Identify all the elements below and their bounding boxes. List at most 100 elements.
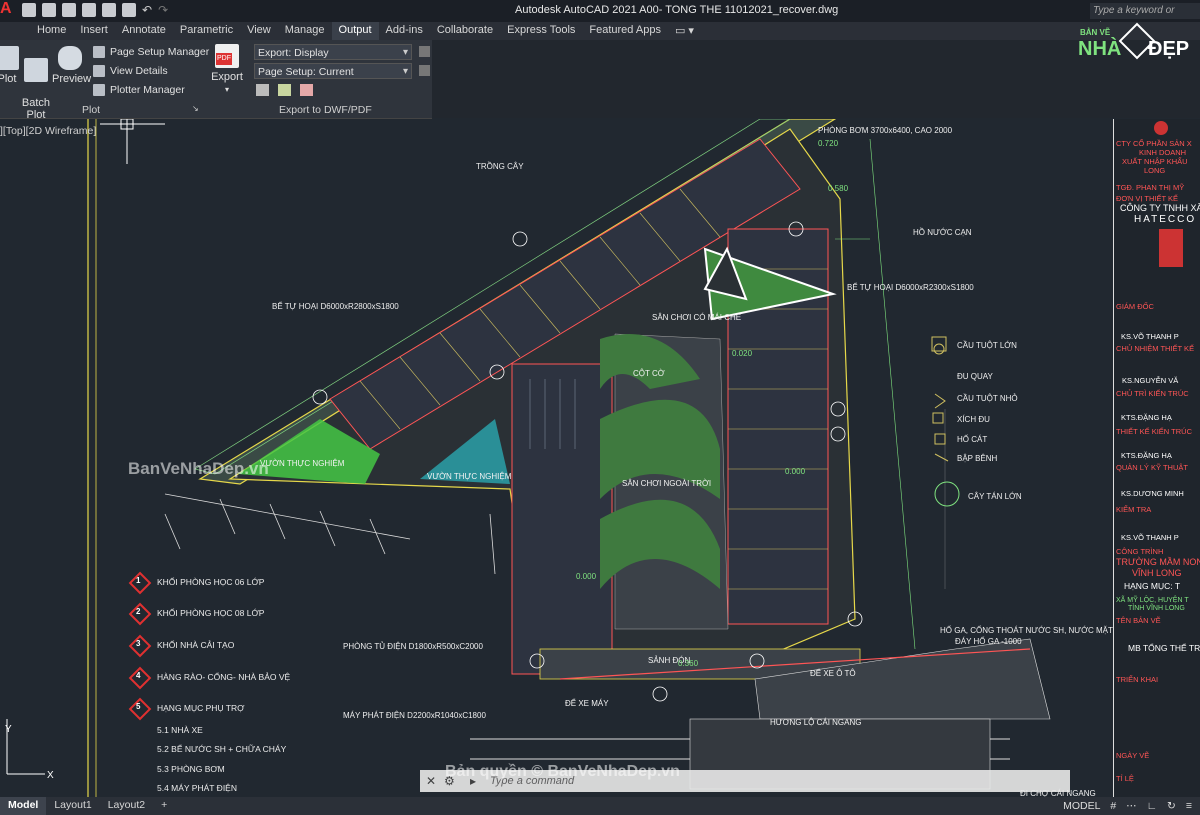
- batch-plot-icon: [24, 58, 48, 82]
- label-vuon-thuc-nghiem-1: VƯỜN THỰC NGHIỆM: [260, 459, 345, 468]
- legend-num-5: 5: [136, 702, 141, 711]
- polar-icon[interactable]: ↻: [1167, 800, 1176, 812]
- save-as-icon[interactable]: [82, 3, 96, 17]
- app-title: Autodesk AutoCAD 2021 A00- TONG THE 1101…: [515, 4, 839, 16]
- tb-line-21: CÔNG TRÌNH: [1116, 547, 1164, 556]
- tb-line-22: TRƯỜNG MẦM NON C: [1116, 557, 1200, 567]
- label-be-tu-hoai-2: BỂ TỰ HOẠI D6000xR2300xS1800: [847, 283, 974, 292]
- panel-expand-icon[interactable]: ↘: [192, 104, 199, 113]
- legend-num-2: 2: [136, 607, 141, 616]
- tab-layout2[interactable]: Layout2: [100, 797, 153, 815]
- plotter-manager-icon: [93, 84, 105, 96]
- save-icon[interactable]: [62, 3, 76, 17]
- drawing-canvas[interactable]: Y X 1 KHỐI PHÒNG HỌC 06 LỚP 2 KHỐI PHÒNG…: [0, 119, 1113, 797]
- search-input[interactable]: Type a keyword or phrase: [1090, 3, 1200, 32]
- tb-line-31: TỈ LỆ: [1116, 774, 1134, 783]
- export-display-dropdown[interactable]: Export: Display: [254, 44, 412, 61]
- legend-num-3: 3: [136, 639, 141, 648]
- label-de-xe-may: ĐỂ XE MÁY: [565, 699, 609, 708]
- close-icon[interactable]: ✕: [426, 774, 436, 788]
- play-legend-4: XÍCH ĐU: [957, 415, 990, 424]
- label-trong-cay: TRỒNG CÂY: [476, 162, 524, 171]
- tb-line-4: LONG: [1144, 166, 1166, 175]
- tab-collaborate[interactable]: Collaborate: [430, 22, 500, 40]
- snap-icon[interactable]: ⋯: [1126, 800, 1137, 812]
- tab-layout1[interactable]: Layout1: [46, 797, 99, 815]
- tab-insert[interactable]: Insert: [73, 22, 115, 40]
- preview-button[interactable]: Preview: [52, 46, 92, 85]
- tab-model[interactable]: Model: [0, 797, 47, 815]
- watermark-bottom: Bản quyền © BanVeNhaDep.vn: [445, 763, 680, 780]
- tb-line-5: TGĐ. PHAN THỊ MỸ: [1116, 183, 1185, 192]
- tb-line-1: CTY CỔ PHẦN SẢN X: [1116, 139, 1192, 148]
- page-setup-manager-button[interactable]: Page Setup Manager: [93, 46, 209, 58]
- hatecco-logo-icon: [1159, 229, 1183, 267]
- tab-output[interactable]: Output: [331, 22, 379, 40]
- tb-line-2: KINH DOANH: [1139, 148, 1187, 157]
- label-huong-lo: HƯƠNG LỘ CÁI NGANG: [770, 718, 862, 727]
- label-vuon-thuc-nghiem-2: VƯỜN THỰC NGHIỆM: [427, 472, 512, 481]
- add-layout-button[interactable]: +: [153, 797, 175, 815]
- page-setup-dropdown[interactable]: Page Setup: Current: [254, 63, 412, 80]
- menu-icon[interactable]: ≡: [1186, 800, 1192, 812]
- ortho-icon[interactable]: ∟: [1147, 800, 1157, 812]
- plotter-manager-button[interactable]: Plotter Manager: [93, 84, 185, 96]
- export-button[interactable]: PDF Export ▾: [210, 44, 244, 96]
- watermark-left: BanVeNhaDep.vn: [128, 459, 269, 478]
- export-pdf-icon[interactable]: [300, 84, 313, 96]
- preview-export-icon[interactable]: [256, 84, 269, 96]
- label-ho-ga: HỐ GA, CỐNG THOÁT NƯỚC SH, NƯỚC MẶT: [940, 626, 1113, 635]
- label-day-ho-ga: ĐÁY HỐ GA -1000: [955, 637, 1022, 646]
- tab-home[interactable]: Home: [30, 22, 73, 40]
- batch-plot-button[interactable]: Batch Plot: [20, 46, 52, 121]
- play-legend-1: CẦU TUỘT LỚN: [957, 341, 1017, 350]
- tb-line-15: THIẾT KẾ KIẾN TRÚC: [1116, 427, 1192, 436]
- legend-item-2: KHỐI PHÒNG HỌC 08 LỚP: [157, 608, 265, 618]
- tb-line-17: QUẢN LÝ KỸ THUẬT: [1116, 463, 1188, 472]
- undo-icon[interactable]: ↶: [142, 3, 152, 17]
- tb-line-14: KTS.ĐẶNG HẠ: [1121, 413, 1172, 422]
- tab-featured-apps[interactable]: Featured Apps: [582, 22, 668, 40]
- tb-line-30: NGÀY VẼ: [1116, 751, 1150, 760]
- tab-view[interactable]: View: [240, 22, 278, 40]
- tb-line-3: XUẤT NHẬP KHẨU: [1122, 157, 1188, 166]
- tab-add-ins[interactable]: Add-ins: [379, 22, 430, 40]
- legend-item-1: KHỐI PHÒNG HỌC 06 LỚP: [157, 577, 265, 587]
- tab-annotate[interactable]: Annotate: [115, 22, 173, 40]
- ribbon-tabs: Home Insert Annotate Parametric View Man…: [0, 22, 1200, 40]
- tb-line-29: TRIỂN KHAI: [1116, 675, 1159, 684]
- export-dwf-icon[interactable]: [278, 84, 291, 96]
- export-options-icon[interactable]: [419, 46, 430, 57]
- tb-line-6: ĐƠN VỊ THIẾT KẾ: [1116, 194, 1178, 203]
- tb-line-16: KTS.ĐẶNG HẠ: [1121, 451, 1172, 460]
- play-legend-7: CÂY TÁN LỚN: [968, 492, 1022, 501]
- view-details-button[interactable]: View Details: [93, 65, 168, 77]
- title-block: CTY CỔ PHẦN SẢN X KINH DOANH XUẤT NHẬP K…: [1113, 119, 1200, 797]
- new-icon[interactable]: [22, 3, 36, 17]
- plotter-manager-label: Plotter Manager: [110, 84, 185, 96]
- tab-express-tools[interactable]: Express Tools: [500, 22, 582, 40]
- autocad-logo-icon[interactable]: A: [0, 0, 14, 22]
- tb-line-28: MB TỔNG THỂ TR: [1128, 643, 1200, 653]
- tab-manage[interactable]: Manage: [278, 22, 332, 40]
- plot-label: Plot: [0, 73, 17, 85]
- grid-icon[interactable]: #: [1110, 800, 1116, 812]
- tb-line-24: HẠNG MỤC: T: [1124, 581, 1181, 591]
- plot-button[interactable]: Plot: [0, 46, 22, 85]
- web-mobile-icon[interactable]: [102, 3, 116, 17]
- play-legend-2: ĐU QUAY: [957, 372, 993, 381]
- label-san-choi-ngoai-troi: SÂN CHƠI NGOÀI TRỜI: [622, 479, 712, 488]
- open-icon[interactable]: [42, 3, 56, 17]
- svg-text:X: X: [47, 770, 54, 781]
- ribbon-toggle-icon[interactable]: ▭ ▾: [668, 22, 701, 40]
- tab-parametric[interactable]: Parametric: [173, 22, 240, 40]
- tb-line-23: VĨNH LONG: [1132, 568, 1182, 578]
- print-icon[interactable]: [122, 3, 136, 17]
- redo-icon[interactable]: ↷: [158, 3, 168, 17]
- preview-label: Preview: [52, 73, 92, 85]
- page-setup-options-icon[interactable]: [419, 65, 430, 76]
- viewport-controls[interactable]: ][Top][2D Wireframe]: [0, 125, 96, 137]
- elevation-6: 0.000: [576, 572, 597, 581]
- tb-line-26: TỈNH VĨNH LONG: [1128, 605, 1185, 612]
- model-space-button[interactable]: MODEL: [1063, 800, 1100, 812]
